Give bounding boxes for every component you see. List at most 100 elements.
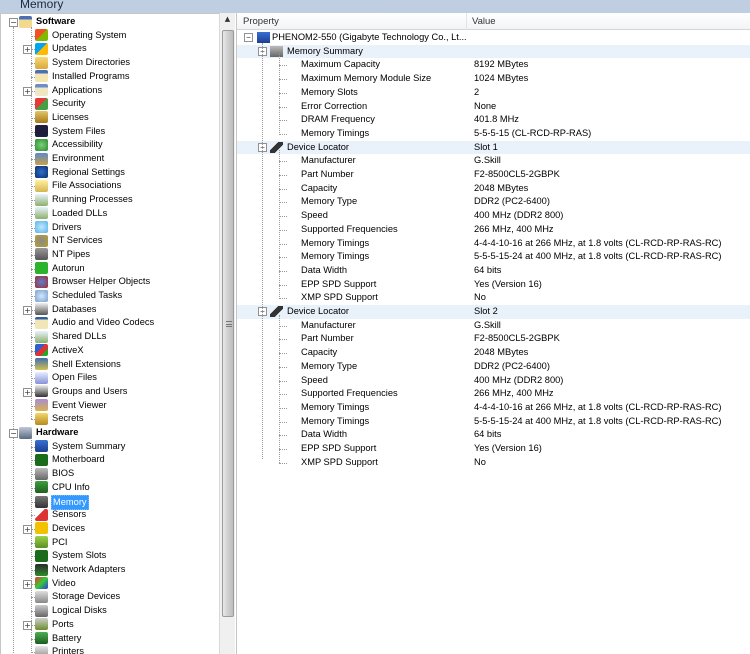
column-header-property[interactable]: Property (243, 16, 279, 27)
tree-item-nt-services[interactable]: NT Services (35, 234, 103, 248)
property-row[interactable]: XMP SPD Support No (237, 291, 750, 305)
property-name: PHENOM2-550 (Gigabyte Technology Co., Lt… (272, 32, 467, 42)
property-row[interactable]: Part Number F2-8500CL5-2GBPK (237, 168, 750, 182)
scrollbar-grip-icon (226, 321, 232, 327)
tree-item-memory[interactable]: Memory (35, 494, 89, 510)
tree-item-updates[interactable]: Updates (35, 42, 88, 56)
tree-item-shared-dlls[interactable]: Shared DLLs (35, 330, 107, 344)
tree-item-running-processes[interactable]: Running Processes (35, 193, 134, 207)
tree-item-ports[interactable]: Ports (35, 618, 75, 632)
property-row[interactable]: Memory Timings 5-5-5-15-24 at 400 MHz, at… (237, 250, 750, 264)
property-row[interactable]: Memory Timings 4-4-4-10-16 at 266 MHz, at… (237, 237, 750, 251)
tree-item-bios[interactable]: BIOS (35, 467, 75, 481)
monitor-icon (35, 577, 48, 590)
tree-scrollbar[interactable]: ▲ (219, 13, 235, 654)
details-root-node[interactable]: − PHENOM2-550 (Gigabyte Technology Co., L… (237, 31, 750, 45)
property-row[interactable]: Maximum Capacity 8192 MBytes (237, 58, 750, 72)
tree-item-storage-devices[interactable]: Storage Devices (35, 590, 121, 604)
tree-item-secrets[interactable]: Secrets (35, 412, 85, 426)
device-locator-group[interactable]: − Device Locator Slot 2 (237, 305, 750, 319)
property-row[interactable]: Speed 400 MHz (DDR2 800) (237, 374, 750, 388)
tree-item-label: Operating System (52, 29, 127, 40)
tree-node-software[interactable]: Software (19, 15, 76, 29)
property-row[interactable]: EPP SPD Support Yes (Version 16) (237, 278, 750, 292)
tree-item-accessibility[interactable]: Accessibility (35, 138, 104, 152)
tree-item-licenses[interactable]: Licenses (35, 111, 90, 125)
collapse-icon[interactable]: − (244, 33, 253, 42)
tree-item-event-viewer[interactable]: Event Viewer (35, 399, 108, 413)
property-value: 5-5-5-15 (CL-RCD-RP-RAS) (474, 127, 592, 138)
property-row[interactable]: Supported Frequencies 266 MHz, 400 MHz (237, 387, 750, 401)
property-row[interactable]: Memory Type DDR2 (PC2-6400) (237, 360, 750, 374)
property-row[interactable]: Manufacturer G.Skill (237, 154, 750, 168)
tree-item-security[interactable]: Security (35, 97, 87, 111)
property-row[interactable]: Part Number F2-8500CL5-2GBPK (237, 332, 750, 346)
collapse-icon[interactable]: − (9, 18, 18, 27)
tree-item-environment[interactable]: Environment (35, 152, 105, 166)
tree-item-system-summary[interactable]: System Summary (35, 440, 126, 454)
property-row[interactable]: Error Correction None (237, 100, 750, 114)
property-row[interactable]: Speed 400 MHz (DDR2 800) (237, 209, 750, 223)
property-row[interactable]: Data Width 64 bits (237, 264, 750, 278)
property-name: Data Width (301, 429, 347, 440)
tree-item-file-associations[interactable]: File Associations (35, 179, 122, 193)
category-tree[interactable]: − Software Operating System + Updates System … (0, 13, 219, 654)
tree-item-databases[interactable]: Databases (35, 303, 97, 317)
property-value: 8192 MBytes (474, 59, 529, 70)
tree-item-shell-extensions[interactable]: Shell Extensions (35, 358, 122, 372)
tree-item-loaded-dlls[interactable]: Loaded DLLs (35, 207, 108, 221)
tree-item-devices[interactable]: Devices (35, 522, 86, 536)
tree-item-logical-disks[interactable]: Logical Disks (35, 604, 108, 618)
tree-item-label: Shared DLLs (52, 331, 107, 342)
property-row[interactable]: DRAM Frequency 401.8 MHz (237, 113, 750, 127)
tree-item-open-files[interactable]: Open Files (35, 371, 98, 385)
tree-item-browser-helper-objects[interactable]: Browser Helper Objects (35, 275, 151, 289)
property-name: EPP SPD Support (301, 443, 377, 453)
tree-item-motherboard[interactable]: Motherboard (35, 453, 106, 467)
property-row[interactable]: Memory Type DDR2 (PC2-6400) (237, 195, 750, 209)
tree-item-printers[interactable]: Printers (35, 645, 85, 654)
memory-summary-group[interactable]: − Memory Summary (237, 44, 750, 59)
tree-item-audio-and-video-codecs[interactable]: Audio and Video Codecs (35, 316, 155, 330)
tree-item-sensors[interactable]: Sensors (35, 508, 87, 522)
tree-item-autorun[interactable]: Autorun (35, 262, 86, 276)
tree-item-installed-programs[interactable]: Installed Programs (35, 70, 131, 84)
device-locator-group[interactable]: − Device Locator Slot 1 (237, 140, 750, 155)
tree-item-network-adapters[interactable]: Network Adapters (35, 563, 126, 577)
tree-item-groups-and-users[interactable]: Groups and Users (35, 385, 128, 399)
tree-item-drivers[interactable]: Drivers (35, 221, 82, 235)
tree-item-operating-system[interactable]: Operating System (35, 29, 127, 43)
tree-item-pci[interactable]: PCI (35, 536, 69, 550)
scrollbar-thumb[interactable] (222, 30, 234, 617)
property-row[interactable]: Memory Timings 4-4-4-10-16 at 266 MHz, at… (237, 401, 750, 415)
property-row[interactable]: Manufacturer G.Skill (237, 319, 750, 333)
tree-item-system-directories[interactable]: System Directories (35, 56, 131, 70)
property-row[interactable]: Memory Timings 5-5-5-15-24 at 400 MHz, at… (237, 415, 750, 429)
property-row[interactable]: Memory Slots 2 (237, 86, 750, 100)
property-row[interactable]: Capacity 2048 MBytes (237, 346, 750, 360)
tree-item-system-files[interactable]: System Files (35, 125, 106, 139)
property-row[interactable]: Capacity 2048 MBytes (237, 182, 750, 196)
tree-item-applications[interactable]: Applications (35, 84, 103, 98)
tree-item-system-slots[interactable]: System Slots (35, 549, 107, 563)
tree-node-hardware[interactable]: Hardware (19, 426, 79, 440)
column-divider[interactable] (466, 13, 467, 30)
file-icon (35, 371, 48, 384)
property-row[interactable]: EPP SPD Support Yes (Version 16) (237, 442, 750, 456)
collapse-icon[interactable]: − (9, 429, 18, 438)
tree-item-cpu-info[interactable]: CPU Info (35, 481, 91, 495)
tree-item-video[interactable]: Video (35, 577, 77, 591)
column-header-value[interactable]: Value (472, 16, 496, 27)
scroll-up-arrow-icon[interactable]: ▲ (220, 15, 235, 29)
property-row[interactable]: Data Width 64 bits (237, 428, 750, 442)
property-row[interactable]: Supported Frequencies 266 MHz, 400 MHz (237, 223, 750, 237)
tree-item-scheduled-tasks[interactable]: Scheduled Tasks (35, 289, 123, 303)
tree-item-activex[interactable]: ActiveX (35, 344, 85, 358)
tree-item-battery[interactable]: Battery (35, 632, 82, 646)
tree-item-regional-settings[interactable]: Regional Settings (35, 166, 126, 180)
property-row[interactable]: Maximum Memory Module Size 1024 MBytes (237, 72, 750, 86)
property-row[interactable]: Memory Timings 5-5-5-15 (CL-RCD-RP-RAS) (237, 127, 750, 141)
tree-item-nt-pipes[interactable]: NT Pipes (35, 248, 91, 262)
property-value: None (474, 100, 497, 111)
property-row[interactable]: XMP SPD Support No (237, 456, 750, 470)
